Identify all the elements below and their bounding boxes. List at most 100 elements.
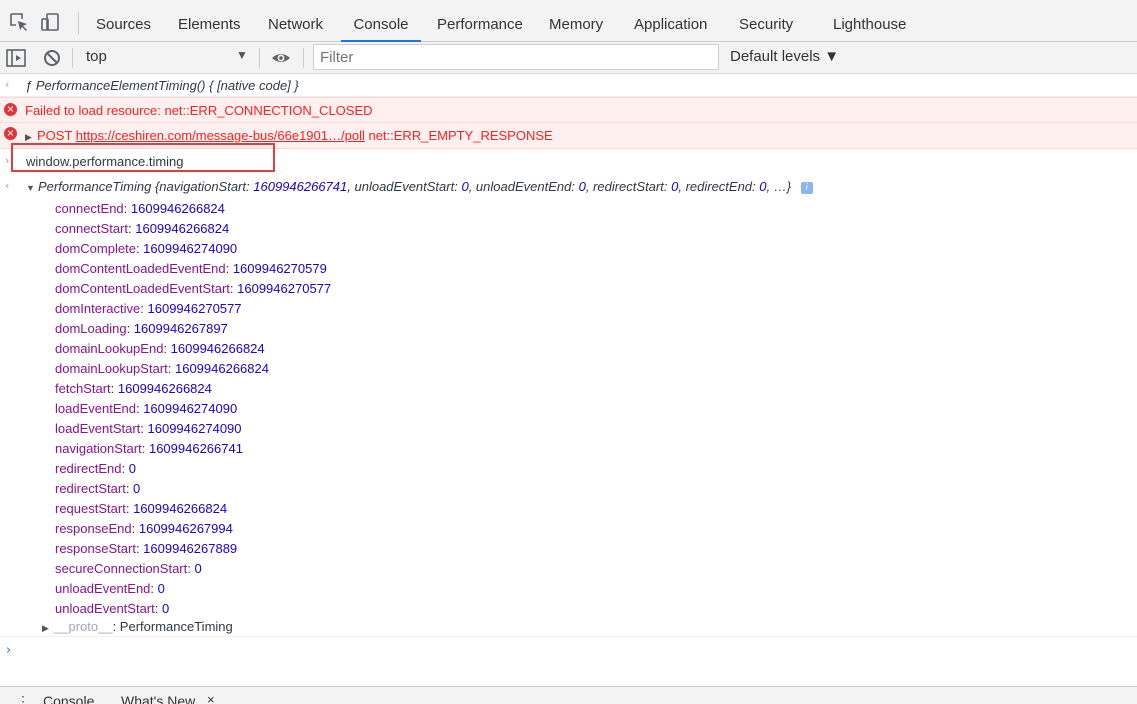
property-row: domLoading: 1609946267897 [55, 321, 228, 336]
tab-performance[interactable]: Performance [437, 0, 523, 42]
expand-triangle-icon[interactable]: ▶ [25, 132, 37, 143]
tabbar-separator [78, 12, 79, 34]
drawer-tab-console[interactable]: Console [43, 693, 94, 704]
devtools-tabbar: Sources Elements Network Console Perform… [0, 0, 1137, 42]
property-row: domContentLoadedEventEnd: 1609946270579 [55, 261, 327, 276]
tab-network[interactable]: Network [268, 0, 323, 42]
property-value: 1609946266824 [170, 341, 265, 356]
toolbar-separator [72, 48, 73, 68]
console-toolbar: top ▼ Default levels ▼ [0, 42, 1137, 74]
property-key: domContentLoadedEventStart [55, 281, 230, 296]
tab-sources[interactable]: Sources [96, 0, 151, 42]
tab-memory[interactable]: Memory [549, 0, 603, 42]
property-row: redirectStart: 0 [55, 481, 141, 496]
property-row: responseEnd: 1609946267994 [55, 521, 233, 536]
toolbar-separator [303, 48, 304, 68]
show-sidebar-icon[interactable] [5, 47, 27, 69]
info-icon[interactable]: i [800, 182, 813, 194]
property-row: domContentLoadedEventStart: 160994627057… [55, 281, 332, 296]
tab-security[interactable]: Security [739, 0, 793, 42]
result-text: ƒ PerformanceElementTiming() { [native c… [25, 78, 299, 93]
filter-input[interactable] [313, 44, 719, 70]
tab-elements[interactable]: Elements [178, 0, 241, 42]
property-key: redirectStart [55, 481, 126, 496]
object-summary-row[interactable]: ‹ ▼ PerformanceTiming {navigationStart: 1… [0, 176, 1137, 198]
console-result-row: ‹ ƒ PerformanceElementTiming() { [native… [0, 75, 1137, 97]
property-key: domainLookupStart [55, 361, 168, 376]
drawer-tab-whats-new[interactable]: What's New [121, 693, 195, 704]
object-type-name: PerformanceTiming [38, 179, 152, 194]
property-key: domainLookupEnd [55, 341, 164, 356]
property-value: 0 [157, 581, 165, 596]
property-value: 1609946266824 [117, 381, 212, 396]
more-menu-icon[interactable]: ⋮ [16, 693, 30, 704]
property-value: 1609946267897 [133, 321, 228, 336]
property-value: 1609946267889 [143, 541, 238, 556]
property-key: navigationStart [55, 441, 142, 456]
property-value: 1609946270577 [147, 301, 242, 316]
proto-key: __proto__ [54, 619, 113, 634]
inspect-element-icon[interactable] [8, 11, 30, 33]
request-url-link[interactable]: https://ceshiren.com/message-bus/66e1901… [76, 128, 365, 143]
property-value: 0 [128, 461, 136, 476]
proto-row[interactable]: ▶ __proto__: PerformanceTiming [0, 617, 1137, 637]
close-icon[interactable]: × [207, 692, 215, 704]
context-selector[interactable]: top [86, 48, 107, 65]
property-key: connectEnd [55, 201, 124, 216]
property-row: requestStart: 1609946266824 [55, 501, 228, 516]
chevron-down-icon[interactable]: ▼ [236, 48, 248, 62]
property-value: 1609946270577 [237, 281, 332, 296]
property-value: 1609946274090 [143, 241, 238, 256]
property-row: domInteractive: 1609946270577 [55, 301, 242, 316]
property-value: 1609946266824 [174, 361, 269, 376]
property-key: unloadEventStart [55, 601, 155, 616]
property-key: secureConnectionStart [55, 561, 188, 576]
property-key: unloadEventEnd [55, 581, 151, 596]
property-row: unloadEventEnd: 0 [55, 581, 165, 596]
property-key: domInteractive [55, 301, 141, 316]
property-key: redirectEnd [55, 461, 122, 476]
error-message: Failed to load resource: net::ERR_CONNEC… [25, 103, 373, 118]
request-error-status: net::ERR_EMPTY_RESPONSE [368, 128, 553, 143]
property-row: navigationStart: 1609946266741 [55, 441, 243, 456]
property-value: 1609946267994 [138, 521, 233, 536]
property-row: responseStart: 1609946267889 [55, 541, 238, 556]
tab-lighthouse[interactable]: Lighthouse [833, 0, 906, 42]
property-value: 0 [194, 561, 202, 576]
live-expression-eye-icon[interactable] [270, 47, 292, 69]
property-row: loadEventStart: 1609946274090 [55, 421, 242, 436]
error-icon: × [4, 103, 17, 116]
log-levels-dropdown[interactable]: Default levels ▼ [730, 48, 839, 65]
property-row: domComplete: 1609946274090 [55, 241, 238, 256]
property-key: requestStart [55, 501, 126, 516]
property-row: unloadEventStart: 0 [55, 601, 170, 616]
toolbar-separator [259, 48, 260, 68]
property-key: responseEnd [55, 521, 132, 536]
property-key: domContentLoadedEventEnd [55, 261, 226, 276]
property-row: loadEventEnd: 1609946274090 [55, 401, 238, 416]
property-key: domComplete [55, 241, 136, 256]
property-value: 1609946274090 [143, 401, 238, 416]
device-toolbar-icon[interactable] [39, 11, 61, 33]
tab-application[interactable]: Application [634, 0, 707, 42]
property-value: 1609946270579 [232, 261, 327, 276]
property-key: fetchStart [55, 381, 111, 396]
console-prompt-icon[interactable]: › [6, 643, 11, 658]
request-method: POST [37, 128, 73, 143]
result-arrow-icon: ‹ [5, 78, 10, 91]
property-key: responseStart [55, 541, 136, 556]
property-row: fetchStart: 1609946266824 [55, 381, 212, 396]
property-key: loadEventStart [55, 421, 141, 436]
property-row: connectEnd: 1609946266824 [55, 201, 225, 216]
property-key: domLoading [55, 321, 127, 336]
property-row: secureConnectionStart: 0 [55, 561, 202, 576]
tab-console[interactable]: Console [341, 0, 421, 42]
property-value: 1609946266741 [148, 441, 243, 456]
collapse-triangle-icon[interactable]: ▼ [26, 183, 38, 193]
property-key: loadEventEnd [55, 401, 136, 416]
clear-console-icon[interactable] [41, 47, 63, 69]
property-key: connectStart [55, 221, 128, 236]
command-arrow-icon: › [5, 154, 10, 167]
expand-triangle-icon[interactable]: ▶ [42, 623, 54, 634]
property-value: 1609946266824 [130, 201, 225, 216]
